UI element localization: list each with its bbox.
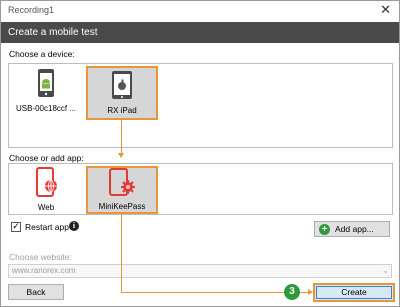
close-icon[interactable]: ✕ (380, 3, 391, 18)
flow-connector (121, 292, 311, 293)
restart-app-checkbox[interactable]: ✓ (11, 222, 21, 232)
back-button[interactable]: Back (8, 284, 64, 300)
device-label: RX iPad (107, 106, 137, 115)
dialog-header: Create a mobile test (1, 22, 399, 43)
info-icon[interactable]: i (69, 221, 79, 231)
device-label: USB-00c18ccf ... (15, 104, 77, 113)
page-title: Create a mobile test (8, 27, 98, 38)
dialog-window: Recording1 ✕ Create a mobile test Choose… (0, 0, 400, 307)
apple-tablet-icon (88, 71, 156, 106)
device-item-usb[interactable]: USB-00c18ccf ... (11, 66, 81, 120)
create-focus-ring (316, 286, 392, 299)
flow-arrow-down (118, 153, 124, 158)
website-placeholder: www.ranorex.com (12, 266, 76, 275)
app-list: Web MiniKeePass (8, 163, 393, 215)
web-browser-app-icon (11, 167, 81, 202)
website-combobox[interactable]: www.ranorex.com ⌄ (8, 264, 392, 278)
window-title: Recording1 (8, 5, 55, 15)
chevron-down-icon[interactable]: ⌄ (382, 265, 389, 277)
app-item-web[interactable]: Web (11, 166, 81, 214)
website-label: Choose website: (9, 252, 72, 262)
app-item-minikeepass[interactable]: MiniKeePass (86, 166, 158, 214)
device-list: USB-00c18ccf ... RX iPad (8, 63, 393, 148)
app-section-label: Choose or add app: (9, 153, 84, 163)
flow-connector (121, 213, 122, 292)
app-gear-tablet-icon (88, 168, 156, 202)
device-item-rx-ipad[interactable]: RX iPad (86, 66, 158, 120)
app-label: MiniKeePass (98, 202, 146, 211)
step-badge: 3 (284, 284, 300, 300)
add-app-button[interactable]: + Add app... (314, 221, 390, 237)
restart-app-label: Restart app (25, 222, 69, 232)
flow-connector (121, 119, 122, 155)
add-app-label: Add app... (335, 224, 374, 234)
title-bar: Recording1 ✕ (1, 1, 399, 21)
plus-icon: + (319, 224, 330, 235)
app-label: Web (37, 203, 55, 212)
android-phone-icon (11, 69, 81, 104)
create-button[interactable]: Create (313, 283, 395, 302)
device-section-label: Choose a device: (9, 49, 75, 59)
